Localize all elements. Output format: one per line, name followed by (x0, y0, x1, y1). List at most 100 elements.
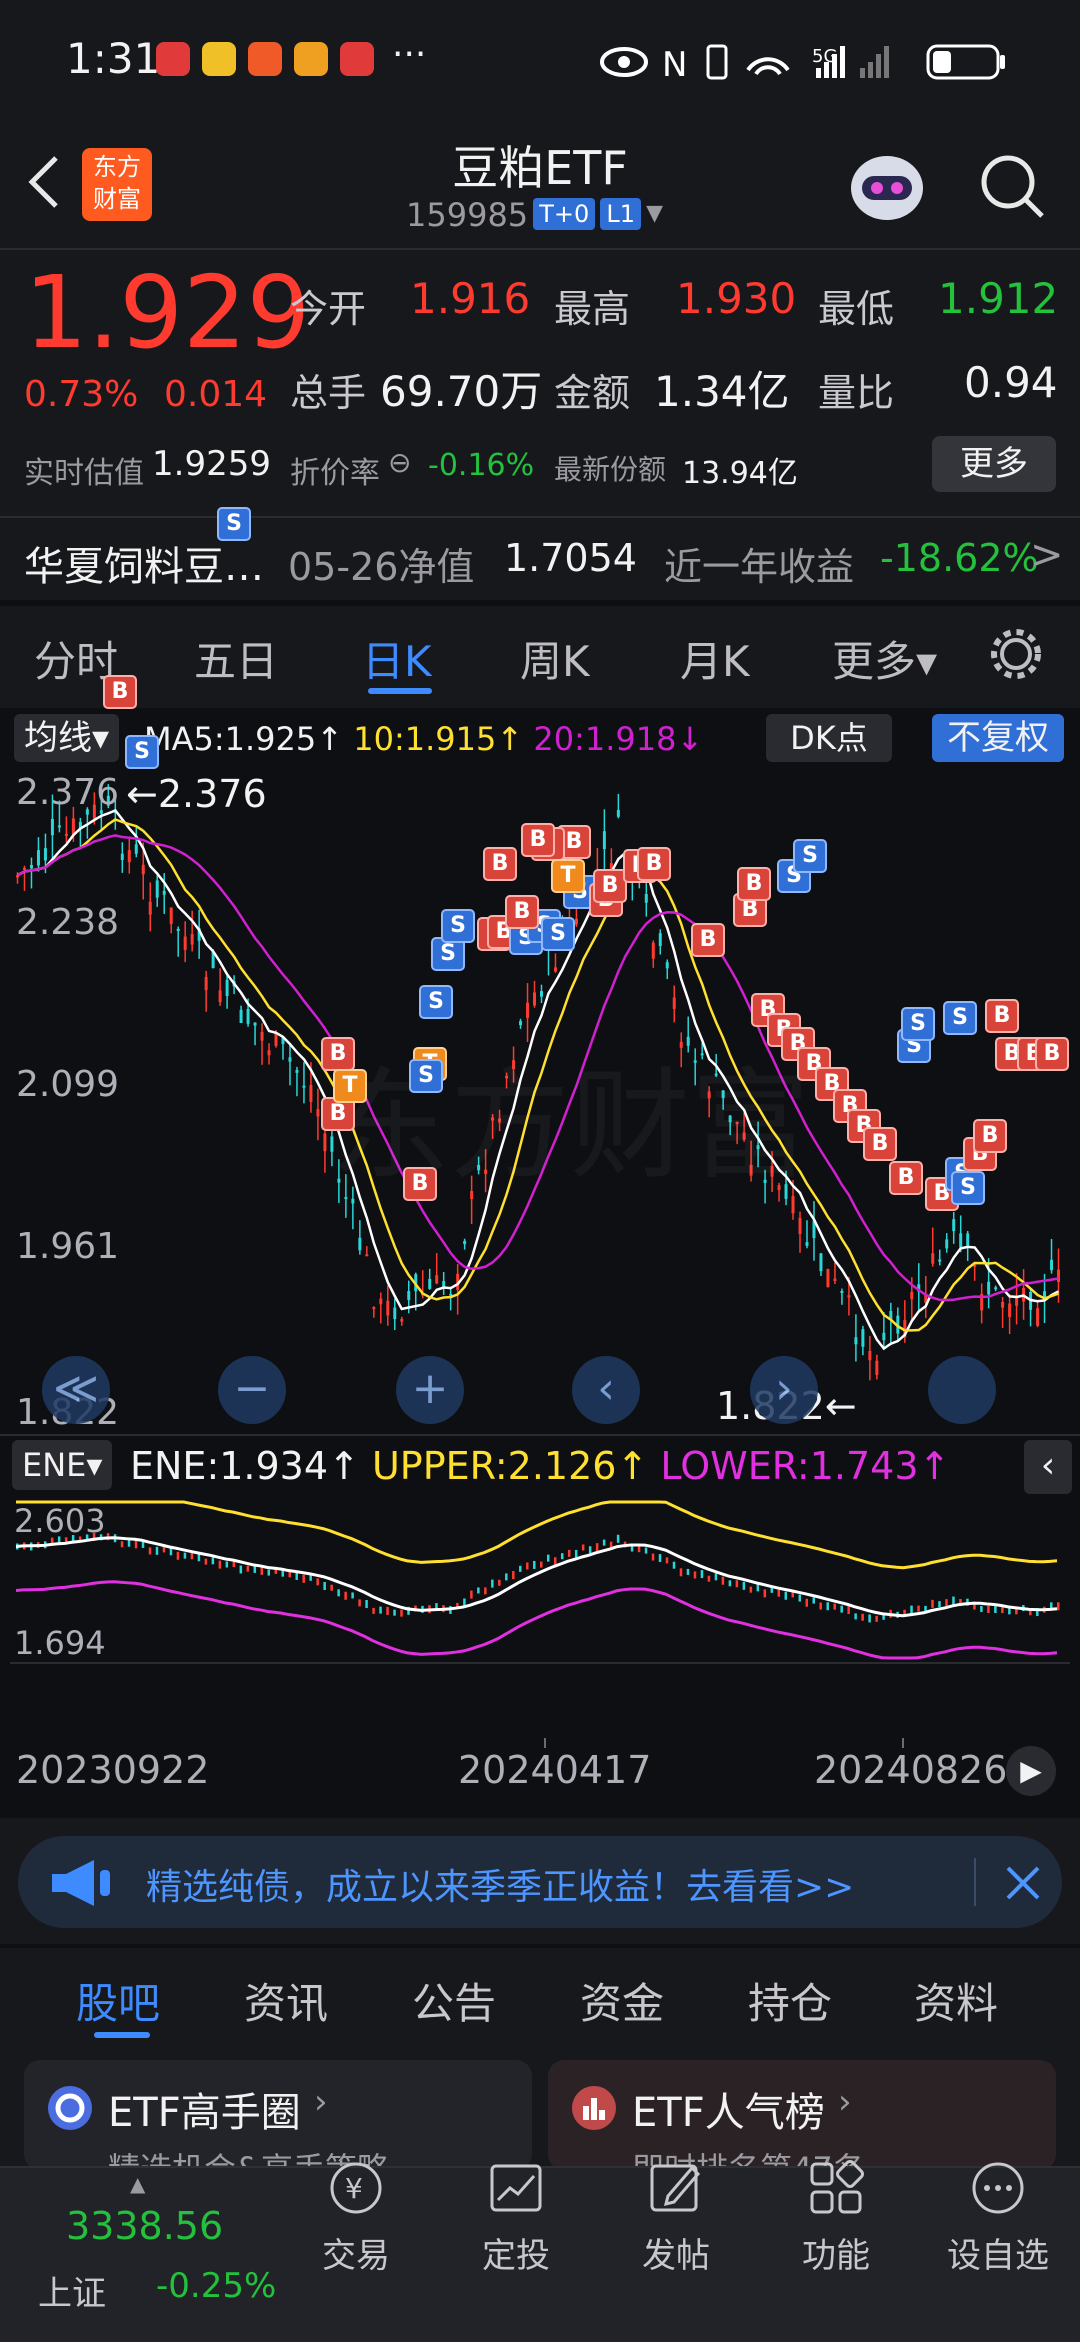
page-title: 豆粕ETF (452, 141, 628, 195)
nav-functions[interactable]: 功能 (776, 2160, 896, 2277)
tab-daily-k[interactable]: 日K (362, 628, 432, 689)
buy-marker: B (505, 895, 539, 929)
close-icon[interactable] (1004, 1864, 1042, 1902)
divider (974, 1858, 976, 1906)
y-label-3: 2.099 (16, 1064, 120, 1105)
candle-body (805, 1242, 809, 1246)
collapse-panel-button[interactable]: ‹ (1024, 1440, 1072, 1494)
candle-body (1001, 1302, 1005, 1308)
gear-icon[interactable] (988, 626, 1044, 682)
etf-expert-circle-card[interactable]: ETF高手圈 › 精选机会&高手策略 (24, 2060, 532, 2170)
buy-marker: B (1035, 1037, 1069, 1071)
code-row[interactable]: 159985 T+0 L1 ▼ (406, 196, 706, 240)
play-forward-icon[interactable]: ▶ (1006, 1746, 1056, 1796)
zoom-in-button[interactable]: + (396, 1356, 464, 1424)
nav-trade[interactable]: ¥ 交易 (296, 2160, 416, 2277)
paper-plane-app-icon (248, 42, 282, 76)
y-label-2: 2.238 (16, 902, 120, 943)
candle-body (190, 934, 194, 945)
volume-value: 69.70万 (380, 367, 543, 416)
scroll-right-button[interactable]: › (750, 1356, 818, 1424)
search-icon[interactable] (978, 152, 1048, 222)
ene-candle (945, 1599, 948, 1607)
tab-announcements[interactable]: 公告 (412, 1970, 496, 2031)
tab-news[interactable]: 资讯 (244, 1970, 328, 2031)
back-icon[interactable] (24, 152, 64, 212)
ene-candle (540, 1561, 543, 1568)
more-button[interactable]: 更多 (932, 436, 1056, 492)
candle-body (526, 1002, 530, 1018)
tab-five-day[interactable]: 五日 (194, 628, 278, 689)
ene-candle (805, 1598, 808, 1607)
candle-body (127, 850, 131, 863)
scroll-end-button[interactable] (928, 1356, 996, 1424)
candle-body (400, 1319, 404, 1322)
zoom-out-button[interactable]: − (218, 1356, 286, 1424)
tab-more[interactable]: 更多▾ (832, 628, 937, 689)
tab-profile[interactable]: 资料 (914, 1970, 998, 2031)
index-name: 上证 (38, 2274, 106, 2314)
tab-guba[interactable]: 股吧 (76, 1970, 160, 2031)
candle-body (358, 1237, 362, 1251)
promo-banner[interactable]: 精选纯债，成立以来季季正收益！去看看>> (18, 1836, 1062, 1928)
candle-body (323, 1133, 327, 1152)
more-dots-icon (972, 2162, 1024, 2214)
ene-plot (15, 1500, 1060, 1660)
vibrate-icon (706, 44, 728, 80)
buy-marker: B (985, 999, 1019, 1033)
info-icon[interactable]: ⊖ (388, 446, 411, 479)
scroll-start-button[interactable]: ≪ (42, 1356, 110, 1424)
candle-body (651, 942, 655, 959)
dk-button[interactable]: DK点 (766, 714, 892, 762)
ene-candle (819, 1602, 822, 1610)
candle-body (966, 1233, 970, 1246)
tab-holdings[interactable]: 持仓 (748, 1970, 832, 2031)
ene-candle (498, 1579, 501, 1586)
change-amount: 0.014 (164, 374, 268, 415)
ene-candle (700, 1570, 704, 1579)
card-title: ETF人气榜 (632, 2090, 825, 2136)
nav-post[interactable]: 发帖 (616, 2160, 736, 2277)
tab-capital[interactable]: 资金 (580, 1970, 664, 2031)
ene-candle (756, 1584, 760, 1592)
sell-marker: S (409, 1059, 443, 1093)
ma-select[interactable]: 均线▾ (14, 714, 120, 762)
scroll-left-button[interactable]: ‹ (572, 1356, 640, 1424)
chevron-down-icon: ▼ (646, 201, 664, 226)
etf-popularity-card[interactable]: ETF人气榜 › 即时排名第47名 (548, 2060, 1056, 2170)
ene-select[interactable]: ENE▾ (12, 1440, 113, 1490)
tab-monthly-k[interactable]: 月K (680, 628, 750, 689)
robot-assistant-icon[interactable] (842, 142, 932, 232)
iopv-label: 实时估值 (24, 456, 144, 491)
chevron-up-icon: ▲ (130, 2172, 146, 2196)
tab-weekly-k[interactable]: 周K (520, 628, 590, 689)
return-label: 近一年收益 (664, 545, 855, 589)
sell-marker: S (943, 1001, 977, 1035)
candle-body (553, 967, 557, 972)
ene-candle (372, 1607, 375, 1614)
eastmoney-logo[interactable]: 东方 财富 (82, 148, 152, 221)
candle-body (882, 1332, 886, 1341)
candle-body (840, 1290, 844, 1293)
header: 东方 财富 豆粕ETF 159985 T+0 L1 ▼ (0, 120, 1080, 248)
fund-row[interactable]: 华夏饲料豆… 05-26净值 1.7054 近一年收益 -18.62% > (0, 518, 1080, 598)
nav-add-watchlist[interactable]: 设自选 (938, 2160, 1058, 2277)
ene-candle (267, 1569, 271, 1576)
l1-badge: L1 (600, 198, 642, 230)
nav-invest-plan[interactable]: 定投 (456, 2160, 576, 2277)
index-ticker[interactable]: ▲ 3338.56 上证 -0.25% (0, 2166, 290, 2340)
sell-marker: S (951, 1171, 985, 1205)
ene-candle (141, 1541, 145, 1548)
candle-body (365, 1254, 369, 1257)
ene-candle (980, 1605, 983, 1612)
candle-body (854, 1337, 858, 1345)
ene-candle (491, 1579, 494, 1588)
adjust-button[interactable]: 不复权 (932, 714, 1064, 762)
candle-body (246, 1008, 250, 1024)
ene-candle (833, 1603, 836, 1610)
ma5-value: MA5:1.925↑ (144, 720, 344, 758)
kline-chart-panel[interactable]: 均线▾ MA5:1.925↑ 10:1.915↑ 20:1.918↓ DK点 不… (0, 507, 1080, 1818)
candle-body (120, 853, 124, 860)
index-value: 3338.56 (66, 2204, 224, 2248)
t0-badge: T+0 (533, 198, 596, 230)
